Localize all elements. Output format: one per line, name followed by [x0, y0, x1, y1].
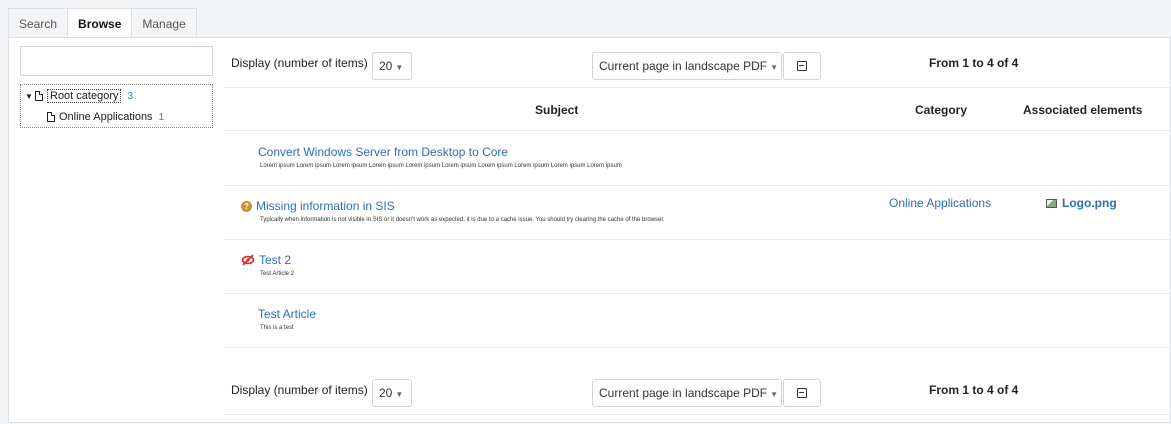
row-title-text[interactable]: Missing information in SIS	[256, 199, 395, 213]
chevron-down-icon: ▼	[395, 390, 404, 399]
results-area: Display (number of items) 20 ▼ Current pa…	[224, 38, 1170, 424]
col-associated[interactable]: Associated elements	[1023, 103, 1142, 117]
tree-node-root-count: 3	[127, 90, 134, 102]
tree-node-root[interactable]: ▼ Root category 3	[25, 88, 133, 104]
doc-icon	[47, 112, 55, 122]
row-associated-text[interactable]: Logo.png	[1062, 196, 1117, 210]
row-title-text[interactable]: Test Article	[258, 307, 316, 321]
row-title-link[interactable]: Test Article	[258, 307, 316, 321]
caret-down-icon[interactable]: ▼	[25, 92, 35, 101]
row-category-link[interactable]: Online Applications	[889, 196, 991, 210]
chevron-down-icon: ▼	[395, 63, 404, 72]
toolbar-bottom: Display (number of items) 20 ▼ Current pa…	[224, 365, 1170, 415]
tree-search-input[interactable]	[20, 46, 213, 76]
row-title-link[interactable]: Test 2	[241, 253, 291, 267]
export-button[interactable]	[783, 52, 821, 80]
col-subject[interactable]: Subject	[535, 103, 578, 117]
tab-bar: Search Browse Manage	[8, 8, 197, 38]
pager-text: From 1 to 4 of 4	[929, 383, 1019, 397]
per-page-value: 20	[379, 386, 393, 400]
row-description: Lorem ipsum Lorem ipsum Lorem ipsum Lore…	[260, 163, 622, 169]
export-select[interactable]: Current page in landscape PDF ▼	[592, 52, 782, 80]
row-associated-link[interactable]: Logo.png	[1046, 196, 1117, 210]
table-row: ? Missing information in SIS Typically w…	[224, 186, 1170, 240]
display-label: Display (number of items)	[231, 383, 368, 397]
tree-node-root-label[interactable]: Root category	[47, 89, 122, 103]
folder-doc-icon	[35, 91, 43, 101]
row-description: This is a test	[260, 325, 294, 331]
tree-node-child-count: 1	[158, 111, 165, 123]
display-label: Display (number of items)	[231, 56, 368, 70]
row-title-text[interactable]: Test 2	[259, 253, 291, 267]
eye-slash-icon	[241, 254, 255, 266]
tab-search[interactable]: Search	[8, 8, 68, 38]
chevron-down-icon: ▼	[770, 63, 779, 72]
tab-browse[interactable]: Browse	[67, 8, 132, 38]
image-file-icon	[1046, 198, 1057, 208]
pager-text: From 1 to 4 of 4	[929, 56, 1019, 70]
chevron-down-icon: ▼	[770, 390, 779, 399]
export-button[interactable]	[783, 379, 821, 407]
question-circle-icon: ?	[241, 200, 252, 212]
save-icon	[797, 61, 807, 71]
table-header: Subject Category Associated elements	[224, 89, 1170, 131]
per-page-value: 20	[379, 59, 393, 73]
tab-manage[interactable]: Manage	[131, 8, 197, 38]
tree-node-child-label[interactable]: Online Applications	[59, 111, 153, 123]
export-value: Current page in landscape PDF	[599, 59, 768, 73]
export-select[interactable]: Current page in landscape PDF ▼	[592, 379, 782, 407]
per-page-select[interactable]: 20 ▼	[372, 379, 412, 407]
row-title-link[interactable]: ? Missing information in SIS	[241, 199, 395, 213]
table-row: Convert Windows Server from Desktop to C…	[224, 132, 1170, 186]
browse-panel: ▼ Root category 3 Online Applications 1 …	[8, 37, 1171, 423]
row-description: Typically when information is not visibl…	[260, 217, 665, 223]
row-title-link[interactable]: Convert Windows Server from Desktop to C…	[258, 145, 508, 159]
table-row: Test 2 Test Article 2	[224, 240, 1170, 294]
toolbar-top: Display (number of items) 20 ▼ Current pa…	[224, 38, 1170, 88]
col-category[interactable]: Category	[915, 103, 967, 117]
category-tree: ▼ Root category 3 Online Applications 1	[20, 84, 213, 128]
tree-node-online-applications[interactable]: Online Applications 1	[47, 109, 164, 125]
kb-window: Search Browse Manage ▼ Root category 3 O…	[8, 0, 1171, 423]
save-icon	[797, 388, 807, 398]
row-title-text[interactable]: Convert Windows Server from Desktop to C…	[258, 145, 508, 159]
per-page-select[interactable]: 20 ▼	[372, 52, 412, 80]
export-value: Current page in landscape PDF	[599, 386, 768, 400]
row-description: Test Article 2	[260, 271, 295, 277]
table-row: Test Article This is a test	[224, 294, 1170, 348]
